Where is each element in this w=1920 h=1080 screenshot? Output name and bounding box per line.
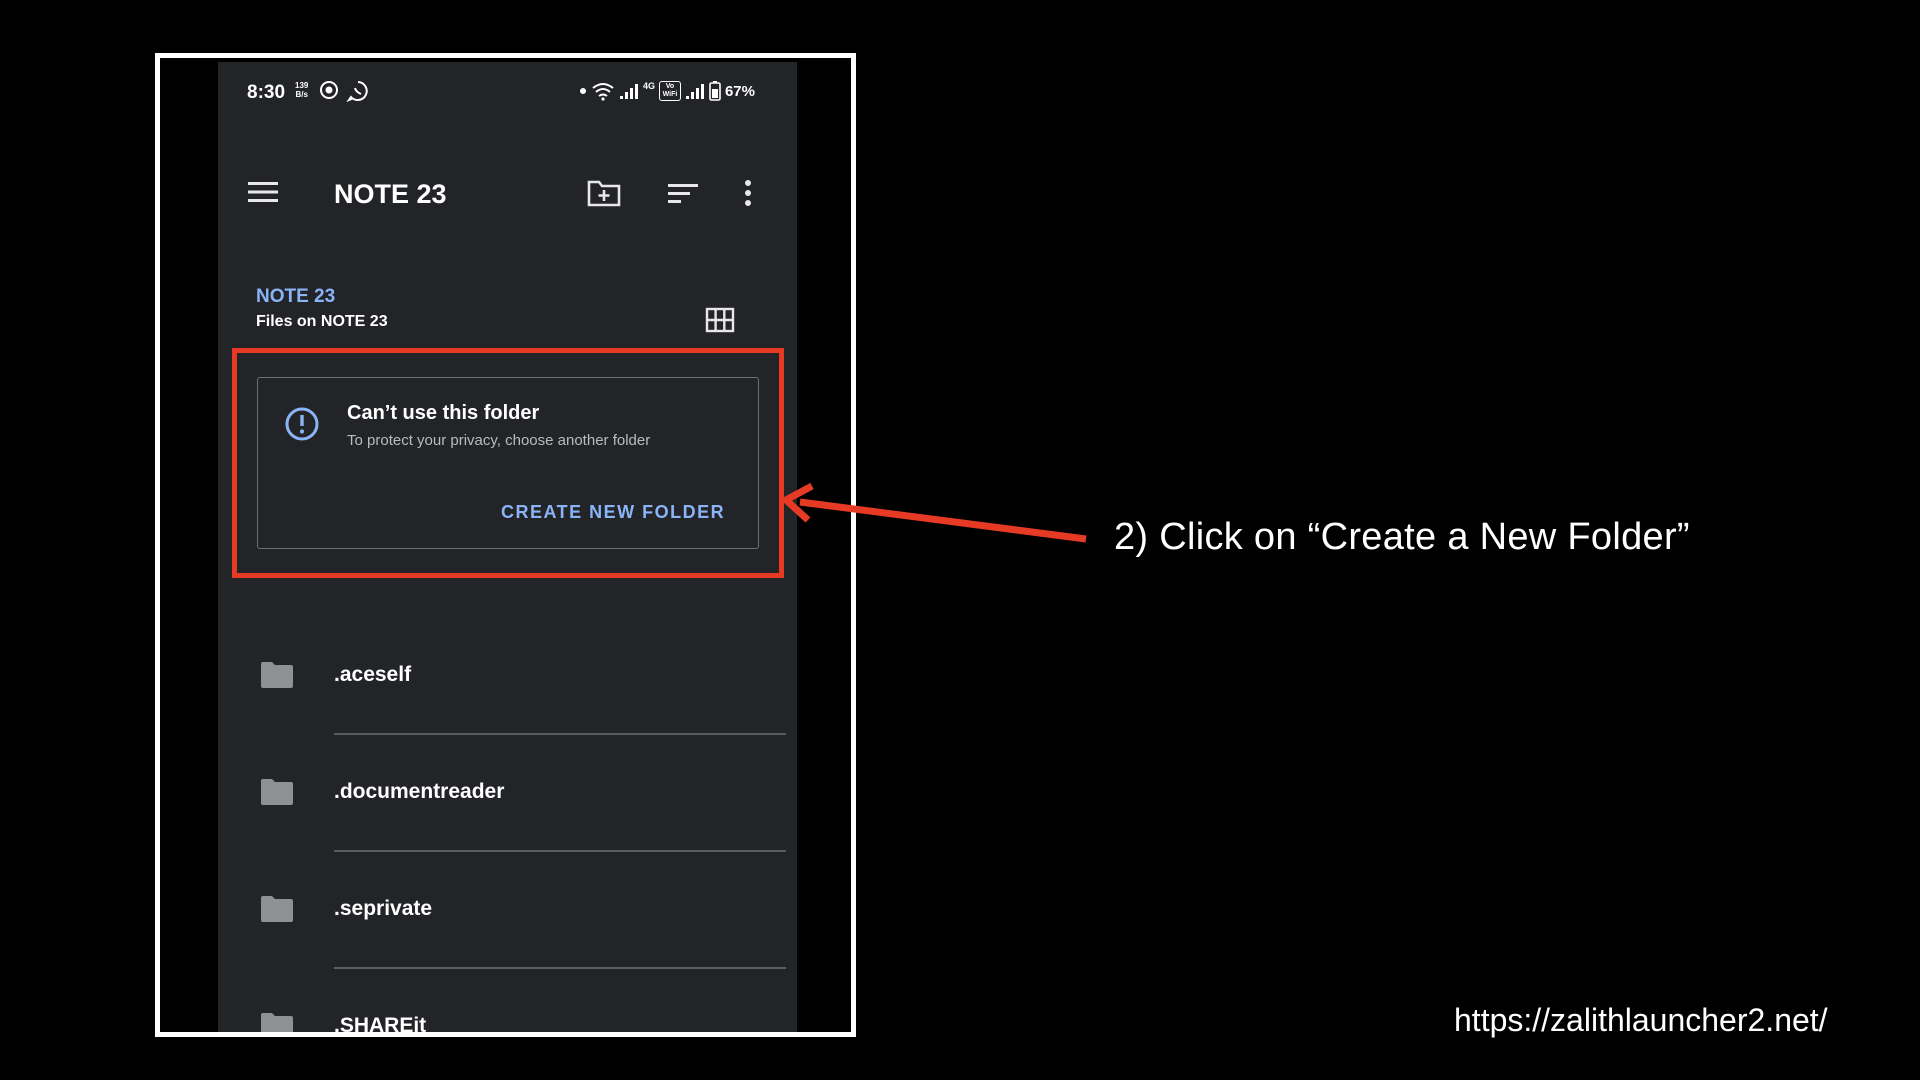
more-vert-icon[interactable] (738, 176, 758, 210)
list-item[interactable]: .seprivate (218, 863, 797, 980)
pointer-arrow-icon (779, 482, 1087, 543)
grid-view-icon[interactable] (705, 307, 735, 333)
folder-name: .seprivate (334, 897, 433, 920)
status-bar: 8:30 139 B/s 4G Vo WiFi 67% (218, 62, 797, 122)
app-title: NOTE 23 (334, 179, 447, 209)
divider (334, 733, 786, 735)
signal-icon-2 (685, 84, 704, 99)
network-speed-value: 139 (295, 81, 309, 90)
folder-icon (261, 662, 293, 688)
app-bar: NOTE 23 (218, 162, 797, 224)
folder-icon (261, 779, 293, 805)
battery-level: 67% (724, 82, 755, 100)
list-item[interactable]: .SHAREit (218, 980, 797, 1032)
tutorial-slide: 8:30 139 B/s 4G Vo WiFi 67% NOTE 23 NOTE… (0, 0, 1920, 1080)
divider (334, 967, 786, 969)
network-type: 4G (642, 81, 655, 91)
status-time: 8:30 (247, 82, 286, 103)
highlight-box (232, 348, 784, 578)
folder-name: .SHAREit (334, 1014, 427, 1032)
list-item[interactable]: .documentreader (218, 746, 797, 863)
new-folder-icon[interactable] (586, 176, 622, 210)
instruction-text: 2) Click on “Create a New Folder” (1114, 516, 1690, 558)
breadcrumb[interactable]: NOTE 23 (256, 286, 335, 308)
folder-icon (261, 896, 293, 922)
whatsapp-icon (346, 81, 368, 103)
dot-icon (579, 88, 586, 94)
signal-icon (619, 84, 638, 99)
network-speed: 139 B/s (295, 81, 308, 99)
sort-icon[interactable] (665, 176, 701, 210)
folder-name: .documentreader (334, 780, 505, 803)
folder-icon (261, 1013, 293, 1032)
screen-record-icon (320, 81, 338, 99)
wifi-icon (592, 83, 614, 101)
section-header: Files on NOTE 23 (256, 313, 388, 330)
menu-icon[interactable] (248, 180, 278, 204)
network-speed-unit: B/s (295, 90, 308, 99)
volte-badge: Vo WiFi (658, 81, 681, 101)
status-system-icons: 4G Vo WiFi 67% (579, 81, 755, 101)
divider (334, 850, 786, 852)
status-notification-icons (318, 79, 370, 103)
folder-name: .aceself (334, 663, 412, 686)
list-item[interactable]: .aceself (218, 629, 797, 746)
watermark-url: https://zalithlauncher2.net/ (1454, 1002, 1828, 1038)
battery-icon (709, 81, 721, 101)
